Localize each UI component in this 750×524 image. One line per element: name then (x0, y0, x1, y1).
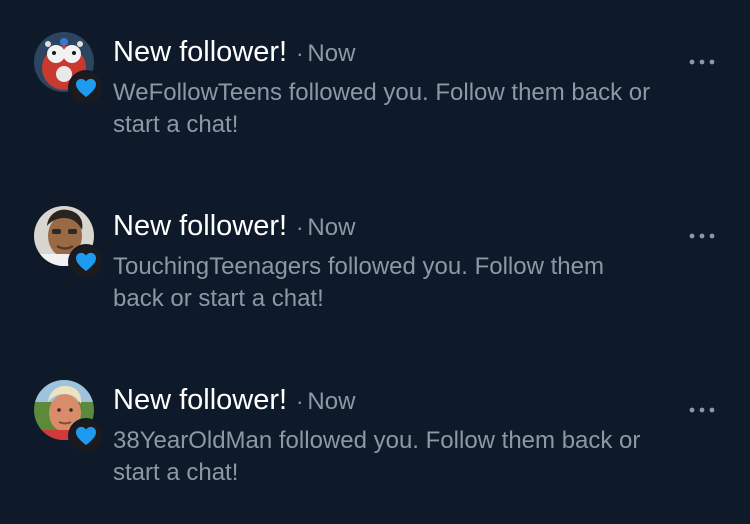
notification-title: New follower! (113, 36, 288, 68)
notification-header: New follower! · Now (113, 380, 355, 420)
notification-message: TouchingTeenagers followed you. Follow t… (113, 253, 604, 312)
more-options-button[interactable] (684, 222, 720, 250)
separator-dot: · (296, 215, 304, 240)
more-options-icon (689, 407, 715, 413)
notification-item[interactable]: New follower! · Now 38YearOldMan followe… (0, 348, 750, 522)
timestamp: Now (307, 388, 356, 415)
heart-badge (68, 70, 104, 106)
notification-title: New follower! (113, 210, 288, 242)
timestamp: Now (307, 40, 356, 67)
more-options-icon (689, 233, 715, 239)
notification-message: 38YearOldMan followed you. Follow them b… (113, 427, 641, 486)
more-options-icon (689, 59, 715, 65)
notification-item[interactable]: New follower! · Now TouchingTeenagers fo… (0, 174, 750, 348)
more-options-button[interactable] (684, 48, 720, 76)
notification-header: New follower! · Now (113, 206, 355, 246)
separator-dot: · (296, 389, 304, 414)
timestamp: Now (307, 214, 356, 241)
notification-title: New follower! (113, 384, 288, 416)
notification-item[interactable]: New follower! · Now WeFollowTeens follow… (0, 0, 750, 174)
heart-icon (76, 252, 96, 272)
heart-badge (68, 418, 104, 454)
heart-icon (76, 78, 96, 98)
separator-dot: · (296, 41, 304, 66)
heart-icon (76, 426, 96, 446)
notification-header: New follower! · Now (113, 32, 355, 72)
heart-badge (68, 244, 104, 280)
notification-message: WeFollowTeens followed you. Follow them … (113, 79, 651, 138)
more-options-button[interactable] (684, 396, 720, 424)
